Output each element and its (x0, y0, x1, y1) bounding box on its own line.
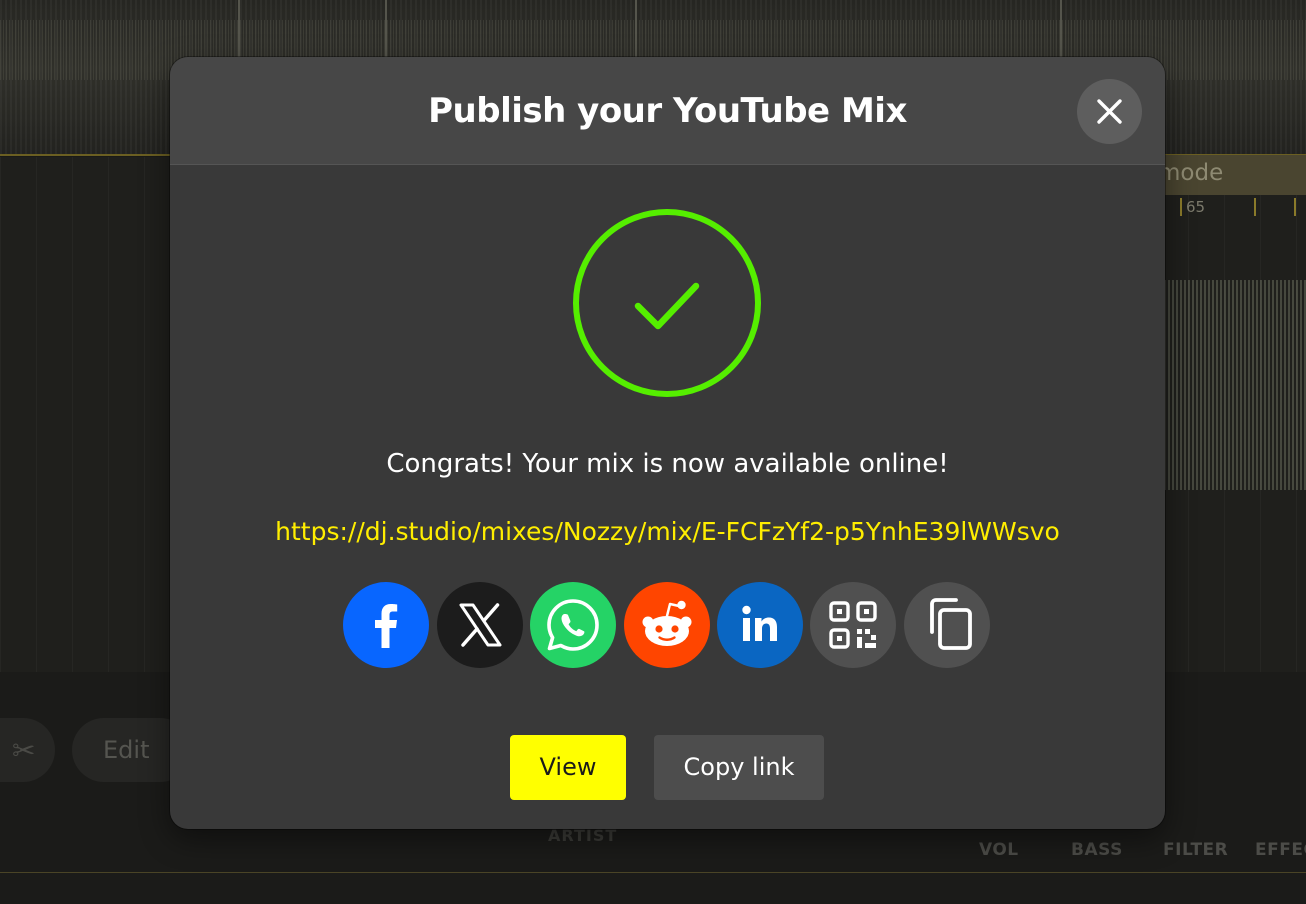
dialog-header: Publish your YouTube Mix (170, 57, 1165, 165)
qr-code-icon (829, 601, 877, 649)
timeline-line (0, 872, 1306, 873)
share-copy-button[interactable] (904, 582, 990, 668)
linkedin-icon (742, 605, 777, 641)
whatsapp-icon (547, 599, 599, 651)
share-whatsapp-button[interactable] (530, 582, 616, 668)
copy-link-button[interactable]: Copy link (654, 735, 824, 800)
close-button[interactable] (1077, 79, 1142, 144)
share-x-button[interactable] (437, 582, 523, 668)
share-qr-code-button[interactable] (810, 582, 896, 668)
column-header-filter: FILTER (1163, 840, 1229, 860)
view-button[interactable]: View (510, 735, 626, 800)
mix-url-link[interactable]: https://dj.studio/mixes/Nozzy/mix/E-FCFz… (170, 517, 1165, 546)
reddit-icon (642, 600, 692, 646)
scissors-icon: ✂ (12, 734, 36, 767)
check-circle-icon (572, 208, 762, 398)
share-linkedin-button[interactable] (717, 582, 803, 668)
bpm-ruler: 65 (1160, 195, 1306, 221)
x-icon (459, 603, 502, 647)
share-buttons (343, 582, 993, 668)
facebook-icon (375, 604, 398, 648)
column-header-vol: VOL (979, 840, 1019, 860)
share-facebook-button[interactable] (343, 582, 429, 668)
ruler-tick (1254, 198, 1256, 216)
waveform-right (1160, 280, 1306, 490)
ruler-tick (1180, 198, 1182, 216)
dialog-title: Publish your YouTube Mix (428, 91, 907, 131)
mode-label: mode (1158, 160, 1224, 186)
close-icon (1097, 99, 1122, 124)
share-reddit-button[interactable] (624, 582, 710, 668)
ruler-number: 65 (1186, 198, 1206, 216)
ruler-tick (1294, 198, 1296, 216)
column-header-effects: EFFEC (1255, 840, 1306, 860)
success-message: Congrats! Your mix is now available onli… (386, 449, 949, 479)
copy-icon (930, 598, 972, 650)
publish-dialog: Publish your YouTube Mix Congrats! Your … (170, 57, 1165, 829)
column-header-bass: BASS (1071, 840, 1123, 860)
